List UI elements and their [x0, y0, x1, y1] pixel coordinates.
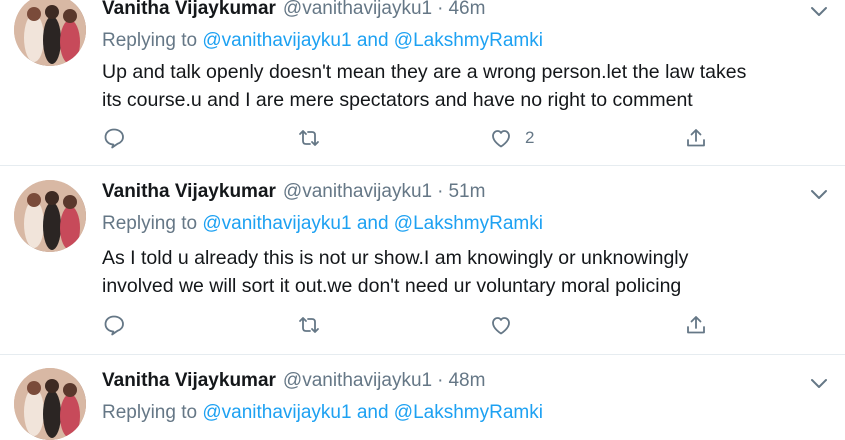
reply-icon — [104, 315, 124, 336]
like-button[interactable]: 2 — [489, 123, 534, 153]
reply-button[interactable] — [102, 310, 126, 340]
replying-to: Replying to @vanithavijayku1 and @Lakshm… — [102, 402, 543, 424]
chevron-down-icon[interactable] — [807, 0, 831, 23]
replying-users-link[interactable]: @vanithavijayku1 and @LakshmyRamki — [202, 402, 543, 423]
author-name[interactable]: Vanitha Vijaykumar — [102, 0, 276, 20]
reply-button[interactable] — [102, 123, 126, 153]
tweet-header: Vanitha Vijaykumar @vanithavijayku1 · 46… — [102, 0, 485, 24]
tweet-text-line: involved we will sort it out.we don't ne… — [102, 275, 682, 297]
tweet-text-line: its course.u and I are mere spectators a… — [102, 89, 693, 111]
replying-prefix: Replying to — [102, 30, 198, 51]
tweet-header: Vanitha Vijaykumar @vanithavijayku1 · 48… — [102, 370, 485, 396]
share-icon — [687, 316, 705, 334]
retweet-icon — [299, 130, 319, 146]
like-icon — [492, 130, 510, 148]
tweet[interactable]: Vanitha Vijaykumar @vanithavijayku1 · 46… — [0, 0, 845, 165]
tweet-actions: 2 — [102, 123, 722, 153]
author-handle[interactable]: @vanithavijayku1 — [283, 370, 432, 392]
retweet-button[interactable] — [297, 123, 321, 153]
avatar[interactable] — [14, 180, 86, 252]
tweet-text: As I told u already this is not ur show.… — [102, 244, 822, 300]
share-icon — [687, 129, 705, 147]
separator-dot: · — [437, 181, 444, 202]
tweet-actions — [102, 310, 722, 340]
replying-to: Replying to @vanithavijayku1 and @Lakshm… — [102, 30, 543, 52]
reply-icon — [104, 128, 124, 149]
replying-users-link[interactable]: @vanithavijayku1 and @LakshmyRamki — [202, 30, 543, 51]
tweet[interactable]: Vanitha Vijaykumar @vanithavijayku1 · 51… — [0, 166, 845, 354]
like-icon — [492, 317, 510, 335]
like-button[interactable] — [489, 310, 513, 340]
tweet-text-line: Up and talk openly doesn't mean they are… — [102, 61, 747, 83]
separator-dot: · — [437, 0, 444, 19]
tweet-header: Vanitha Vijaykumar @vanithavijayku1 · 51… — [102, 181, 485, 207]
avatar[interactable] — [14, 0, 86, 66]
replying-prefix: Replying to — [102, 213, 198, 234]
like-count: 2 — [525, 128, 535, 147]
replying-to: Replying to @vanithavijayku1 and @Lakshm… — [102, 213, 543, 235]
share-button[interactable] — [684, 123, 708, 153]
chevron-down-icon[interactable] — [807, 371, 831, 395]
timestamp[interactable]: 51m — [448, 181, 485, 203]
author-name[interactable]: Vanitha Vijaykumar — [102, 370, 276, 392]
author-name[interactable]: Vanitha Vijaykumar — [102, 181, 276, 203]
avatar[interactable] — [14, 368, 86, 440]
author-handle[interactable]: @vanithavijayku1 — [283, 181, 432, 203]
tweet-text: Up and talk openly doesn't mean they are… — [102, 58, 822, 114]
replying-users-link[interactable]: @vanithavijayku1 and @LakshmyRamki — [202, 213, 543, 234]
replying-prefix: Replying to — [102, 402, 198, 423]
chevron-down-icon[interactable] — [807, 182, 831, 206]
tweet[interactable]: Vanitha Vijaykumar @vanithavijayku1 · 48… — [0, 355, 845, 440]
retweet-button[interactable] — [297, 310, 321, 340]
separator-dot: · — [437, 370, 444, 391]
timestamp[interactable]: 48m — [448, 370, 485, 392]
author-handle[interactable]: @vanithavijayku1 — [283, 0, 432, 20]
share-button[interactable] — [684, 310, 708, 340]
retweet-icon — [299, 317, 319, 333]
tweet-text-line: As I told u already this is not ur show.… — [102, 247, 689, 269]
timestamp[interactable]: 46m — [448, 0, 485, 20]
